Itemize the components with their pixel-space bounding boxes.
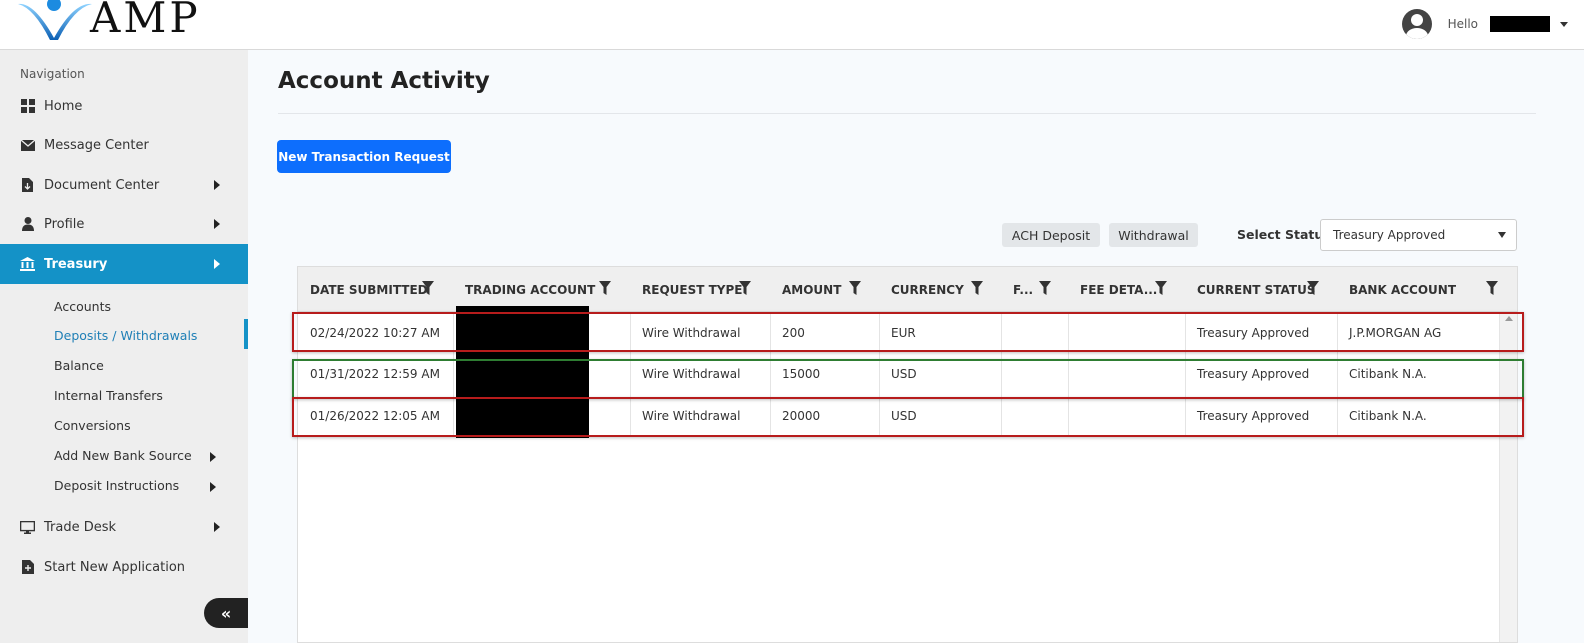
- subnav-item-label: Deposit Instructions: [54, 478, 180, 493]
- status-select[interactable]: Treasury Approved: [1320, 219, 1517, 251]
- column-label: CURRENCY: [891, 282, 964, 297]
- monitor-icon: [20, 520, 35, 535]
- column-label: AMOUNT: [782, 282, 842, 297]
- chevron-right-icon: [214, 180, 220, 190]
- row-highlight: [292, 312, 1524, 352]
- logo[interactable]: AMP: [14, 0, 201, 44]
- subnav-item-deposits-withdrawals[interactable]: Deposits / Withdrawals: [54, 326, 244, 346]
- subnav-item-label: Add New Bank Source: [54, 448, 192, 463]
- active-indicator: [244, 319, 248, 349]
- top-bar: AMP Hello: [0, 0, 1584, 50]
- sidebar-item-treasury[interactable]: Treasury: [0, 244, 248, 284]
- redacted-username: [1490, 16, 1550, 32]
- subnav-item-balance[interactable]: Balance: [54, 356, 244, 376]
- chevron-down-icon[interactable]: [1560, 21, 1568, 27]
- chevron-right-icon: [214, 219, 220, 229]
- collapse-sidebar-button[interactable]: «: [204, 598, 248, 628]
- ach-deposit-filter-button[interactable]: ACH Deposit: [1002, 223, 1100, 247]
- divider: [278, 113, 1536, 114]
- column-label: DATE SUBMITTED: [310, 282, 428, 297]
- subnav-item-internal-transfers[interactable]: Internal Transfers: [54, 386, 244, 406]
- sidebar-item-message-center[interactable]: Message Center: [0, 125, 248, 165]
- column-label: REQUEST TYPE: [642, 282, 743, 297]
- logo-icon: [18, 0, 92, 40]
- sidebar-item-label: Document Center: [44, 177, 160, 193]
- column-label: TRADING ACCOUNT: [465, 282, 596, 297]
- column-header-currency[interactable]: CURRENCY: [879, 267, 1001, 312]
- row-highlight: [292, 397, 1524, 437]
- filter-icon[interactable]: [422, 281, 434, 295]
- chevron-right-icon: [214, 259, 220, 269]
- subnav-item-add-new-bank-source[interactable]: Add New Bank Source: [54, 446, 244, 466]
- envelope-icon: [20, 138, 35, 153]
- grid-icon: [20, 99, 35, 114]
- filter-icon[interactable]: [971, 281, 983, 295]
- greeting: Hello: [1447, 17, 1478, 31]
- sidebar: Navigation Home Message Center Document …: [0, 50, 248, 643]
- column-header-date-submitted[interactable]: DATE SUBMITTED: [298, 267, 453, 312]
- sidebar-item-label: Trade Desk: [44, 519, 117, 535]
- chevron-right-icon: [214, 522, 220, 532]
- sidebar-item-label: Profile: [44, 216, 85, 232]
- sidebar-item-trade-desk[interactable]: Trade Desk: [0, 507, 248, 547]
- status-label: Select Status: [1237, 227, 1331, 242]
- sidebar-item-document-center[interactable]: Document Center: [0, 165, 248, 205]
- chevron-right-icon: [210, 452, 216, 462]
- sidebar-item-home[interactable]: Home: [0, 86, 248, 126]
- column-header-request-type[interactable]: REQUEST TYPE: [630, 267, 770, 312]
- sidebar-item-label: Home: [44, 98, 83, 114]
- filter-icon[interactable]: [739, 281, 751, 295]
- filter-icon[interactable]: [599, 281, 611, 295]
- logo-text: AMP: [90, 0, 201, 42]
- filter-icon[interactable]: [1039, 281, 1051, 295]
- column-label: FEE DETA...: [1080, 282, 1158, 297]
- user-menu[interactable]: Hello: [1401, 9, 1568, 39]
- nav-heading: Navigation: [20, 67, 85, 81]
- column-header-amount[interactable]: AMOUNT: [770, 267, 879, 312]
- subnav-item-deposit-instructions[interactable]: Deposit Instructions: [54, 476, 244, 496]
- status-select-value: Treasury Approved: [1333, 228, 1446, 242]
- subnav-item-accounts[interactable]: Accounts: [54, 297, 244, 317]
- column-label: F...: [1013, 282, 1034, 297]
- filter-icon[interactable]: [1155, 281, 1167, 295]
- column-header-fee-details[interactable]: FEE DETA...: [1068, 267, 1185, 312]
- sidebar-item-profile[interactable]: Profile: [0, 204, 248, 244]
- user-icon: [20, 217, 35, 232]
- filter-icon[interactable]: [1307, 281, 1319, 295]
- page-title: Account Activity: [278, 68, 490, 94]
- column-label: BANK ACCOUNT: [1349, 282, 1457, 297]
- dropdown-arrow-icon: [1498, 232, 1506, 238]
- document-icon: [20, 178, 35, 193]
- filter-icon[interactable]: [849, 281, 861, 295]
- withdrawal-filter-button[interactable]: Withdrawal: [1109, 223, 1198, 247]
- new-document-icon: [20, 560, 35, 575]
- sidebar-item-label: Message Center: [44, 137, 149, 153]
- column-header-fee[interactable]: F...: [1001, 267, 1068, 312]
- avatar-icon: [1401, 9, 1432, 39]
- bank-icon: [20, 257, 35, 272]
- column-label: CURRENT STATUS: [1197, 282, 1316, 297]
- chevron-right-icon: [210, 482, 216, 492]
- sidebar-item-label: Start New Application: [44, 559, 186, 575]
- new-transaction-request-button[interactable]: New Transaction Request: [277, 140, 451, 173]
- row-highlight: [292, 359, 1524, 399]
- sidebar-item-start-new-application[interactable]: Start New Application: [0, 547, 248, 587]
- filter-icon[interactable]: [1486, 281, 1498, 295]
- sidebar-item-label: Treasury: [44, 256, 108, 272]
- column-header-current-status[interactable]: CURRENT STATUS: [1185, 267, 1337, 312]
- subnav-item-conversions[interactable]: Conversions: [54, 416, 244, 436]
- column-header-bank-account[interactable]: BANK ACCOUNT: [1337, 267, 1517, 312]
